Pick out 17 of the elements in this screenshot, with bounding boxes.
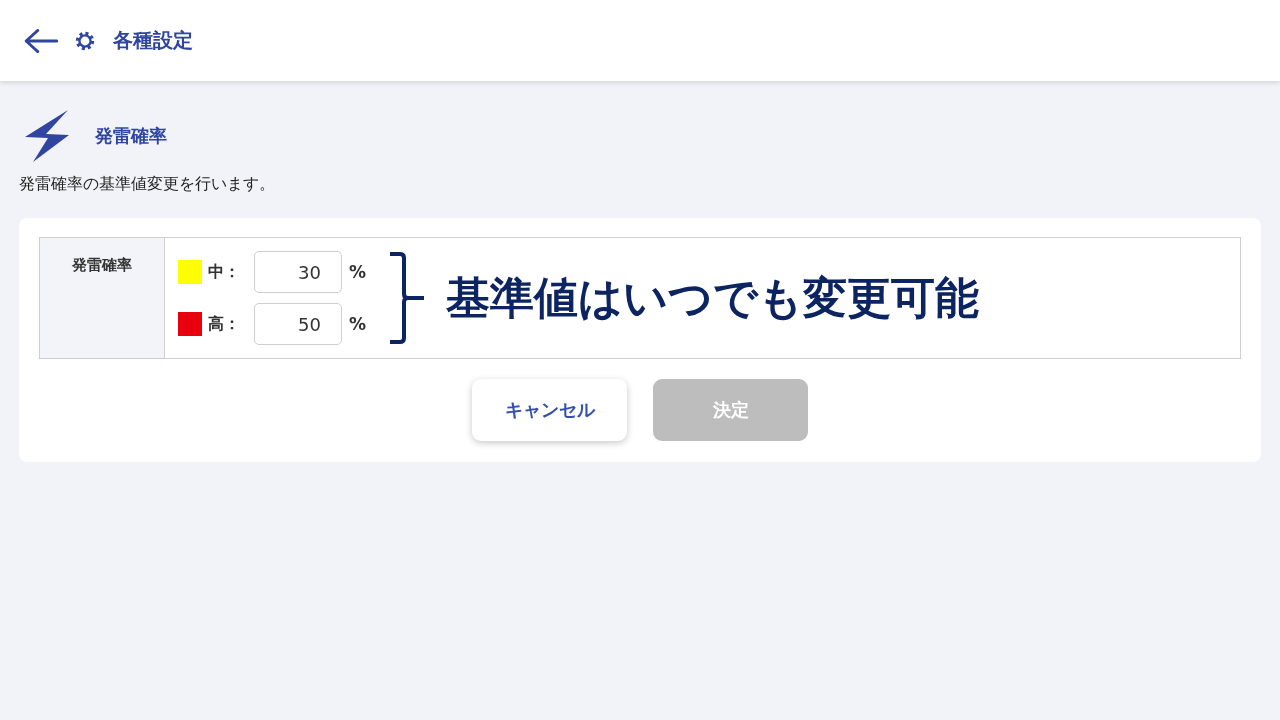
cancel-button[interactable]: キャンセル	[472, 379, 627, 441]
unit-label: %	[349, 262, 367, 282]
percent-input[interactable]: 30	[254, 251, 342, 293]
level-label: 高：	[208, 313, 241, 335]
section-description: 発雷確率の基準値変更を行います。	[19, 173, 276, 195]
page-title: 各種設定	[113, 27, 193, 54]
lightning-bolt-icon	[25, 110, 69, 162]
percent-input[interactable]: 50	[254, 303, 342, 345]
section-title: 発雷確率	[95, 124, 167, 148]
row-header-cell: 発雷確率	[40, 238, 165, 358]
back-button[interactable]	[24, 27, 58, 54]
unit-label: %	[349, 314, 367, 334]
settings-icon	[75, 30, 95, 51]
brace-icon	[390, 252, 427, 344]
back-arrow-icon	[24, 27, 58, 54]
level-label: 中：	[208, 261, 241, 283]
annotation-text: 基準値はいつでも変更可能	[446, 270, 980, 325]
